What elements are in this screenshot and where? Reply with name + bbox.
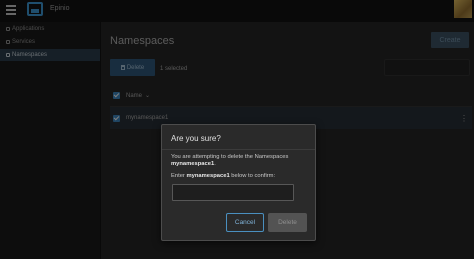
confirm-namespace-name: mynamespace1 — [186, 173, 230, 179]
confirm-name-input[interactable] — [172, 184, 294, 201]
confirm-suffix: below to confirm: — [231, 173, 276, 179]
dialog-period: . — [214, 161, 216, 167]
dialog-message: You are attempting to delete the Namespa… — [171, 154, 311, 168]
confirm-delete-button[interactable]: Delete — [268, 213, 307, 232]
delete-confirm-dialog: Are you sure? You are attempting to dele… — [161, 124, 316, 241]
cancel-button[interactable]: Cancel — [226, 213, 264, 232]
dialog-namespace-name: mynamespace1 — [171, 161, 215, 167]
confirm-prefix: Enter — [171, 173, 185, 179]
dialog-confirm-instruction: Enter mynamespace1 below to confirm: — [171, 173, 311, 179]
dialog-divider — [162, 149, 315, 150]
dialog-title: Are you sure? — [171, 134, 221, 143]
dialog-message-text: You are attempting to delete the Namespa… — [171, 154, 289, 160]
